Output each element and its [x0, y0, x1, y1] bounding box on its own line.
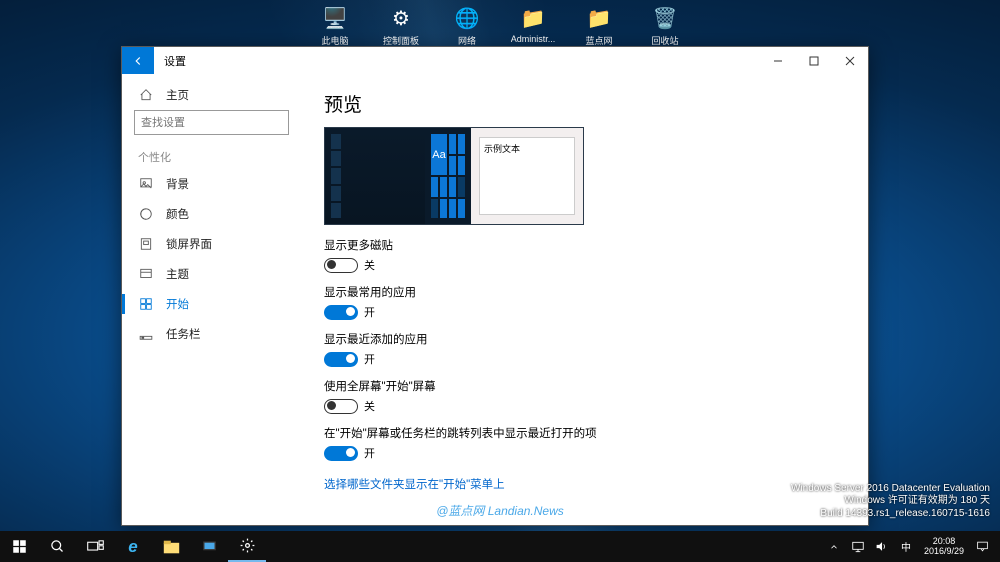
desktop-icon-1[interactable]: ⚙控制面板 — [372, 2, 430, 49]
toggle-1[interactable] — [324, 305, 358, 320]
home-nav[interactable]: 主页 — [122, 80, 301, 110]
sidebar-item-label: 主题 — [166, 266, 189, 282]
tray-ime-icon[interactable]: 中 — [894, 539, 918, 554]
toggle-label-0: 显示更多磁贴 — [324, 237, 846, 253]
toggle-state-text-0: 关 — [364, 257, 375, 273]
page-title: 预览 — [324, 90, 846, 117]
watermark: @蓝点网 Landian.News — [436, 502, 564, 519]
content-area: 预览 Aa 示例文本 显示更多磁贴关显示最常用的应用开显示最近添加的应用开使用全… — [302, 74, 868, 525]
tray-network-icon[interactable] — [846, 541, 870, 553]
sidebar-item-0[interactable]: 背景 — [122, 169, 301, 199]
sidebar-item-3[interactable]: 主题 — [122, 259, 301, 289]
sidebar-item-label: 背景 — [166, 176, 189, 192]
desktop-icon-0[interactable]: 🖥️此电脑 — [306, 2, 364, 49]
desktop-icon-4[interactable]: 📁蓝点网 — [570, 2, 628, 49]
toggle-label-2: 显示最近添加的应用 — [324, 331, 846, 347]
toggle-0[interactable] — [324, 258, 358, 273]
sidebar-item-1[interactable]: 颜色 — [122, 199, 301, 229]
sidebar-item-label: 锁屏界面 — [166, 236, 212, 252]
titlebar: 设置 — [122, 47, 868, 74]
toggle-state-text-4: 开 — [364, 445, 375, 461]
desktop-glyph-icon: 🌐 — [453, 4, 481, 32]
clock[interactable]: 20:08 2016/9/29 — [918, 537, 970, 557]
start-preview: Aa 示例文本 — [324, 127, 584, 225]
desktop-icon-5[interactable]: 🗑️回收站 — [636, 2, 694, 49]
tray-chevron-icon[interactable] — [822, 542, 846, 552]
desktop-glyph-icon: ⚙ — [387, 4, 415, 32]
minimize-button[interactable] — [760, 47, 796, 74]
toggle-label-4: 在"开始"屏幕或任务栏的跳转列表中显示最近打开的项 — [324, 425, 846, 441]
sidebar-item-label: 任务栏 — [166, 326, 201, 342]
sidebar-item-icon — [138, 326, 154, 342]
taskbar-settings[interactable] — [228, 531, 266, 562]
home-icon — [138, 87, 154, 103]
desktop-glyph-icon: 🖥️ — [321, 4, 349, 32]
taskview-button[interactable] — [76, 531, 114, 562]
toggle-label-3: 使用全屏幕"开始"屏幕 — [324, 378, 846, 394]
taskbar-ie[interactable]: e — [114, 531, 152, 562]
taskbar-server-manager[interactable] — [190, 531, 228, 562]
sidebar-item-icon — [138, 236, 154, 252]
build-line3: Build 14393.rs1_release.160715-1616 — [791, 508, 990, 521]
settings-window: 设置 主页 个性化 背景颜色锁屏界面主题开始任务栏 预览 — [121, 46, 869, 526]
maximize-button[interactable] — [796, 47, 832, 74]
sidebar-item-label: 开始 — [166, 296, 189, 312]
toggle-4[interactable] — [324, 446, 358, 461]
sidebar-item-icon — [138, 206, 154, 222]
sidebar: 主页 个性化 背景颜色锁屏界面主题开始任务栏 — [122, 74, 302, 525]
preview-window-text: 示例文本 — [479, 137, 575, 215]
toggle-state-text-1: 开 — [364, 304, 375, 320]
desktop-glyph-icon: 📁 — [585, 4, 613, 32]
sidebar-item-5[interactable]: 任务栏 — [122, 319, 301, 349]
taskbar-explorer[interactable] — [152, 531, 190, 562]
window-title: 设置 — [154, 47, 196, 74]
toggle-state-text-2: 开 — [364, 351, 375, 367]
choose-folders-link[interactable]: 选择哪些文件夹显示在"开始"菜单上 — [324, 476, 505, 492]
toggle-state-text-3: 关 — [364, 398, 375, 414]
sidebar-item-4[interactable]: 开始 — [122, 289, 301, 319]
toggle-3[interactable] — [324, 399, 358, 414]
tray: 中 20:08 2016/9/29 — [822, 531, 1000, 562]
sidebar-item-2[interactable]: 锁屏界面 — [122, 229, 301, 259]
search-button[interactable] — [38, 531, 76, 562]
desktop-glyph-icon: 📁 — [519, 4, 547, 32]
build-line1: Windows Server 2016 Datacenter Evaluatio… — [791, 483, 990, 496]
sidebar-item-icon — [138, 296, 154, 312]
close-button[interactable] — [832, 47, 868, 74]
sidebar-item-label: 颜色 — [166, 206, 189, 222]
home-label: 主页 — [166, 87, 189, 103]
preview-aa: Aa — [431, 134, 447, 175]
desktop-icon-label: Administr... — [511, 34, 556, 44]
sidebar-item-icon — [138, 176, 154, 192]
clock-date: 2016/9/29 — [924, 547, 964, 557]
sidebar-item-icon — [138, 266, 154, 282]
start-button[interactable] — [0, 531, 38, 562]
back-button[interactable] — [122, 47, 154, 74]
search-input[interactable] — [134, 110, 289, 135]
desktop-icon-2[interactable]: 🌐网络 — [438, 2, 496, 49]
desktop-icon-3[interactable]: 📁 Administr... — [504, 2, 562, 49]
toggle-label-1: 显示最常用的应用 — [324, 284, 846, 300]
toggle-2[interactable] — [324, 352, 358, 367]
desktop-glyph-icon: 🗑️ — [651, 4, 679, 32]
tray-volume-icon[interactable] — [870, 540, 894, 553]
build-line2: Windows 许可证有效期为 180 天 — [791, 495, 990, 508]
taskbar: e 中 20:08 2016/9/29 — [0, 531, 1000, 562]
nav-group-header: 个性化 — [122, 143, 301, 169]
action-center-icon[interactable] — [970, 540, 994, 553]
build-info: Windows Server 2016 Datacenter Evaluatio… — [791, 483, 990, 521]
